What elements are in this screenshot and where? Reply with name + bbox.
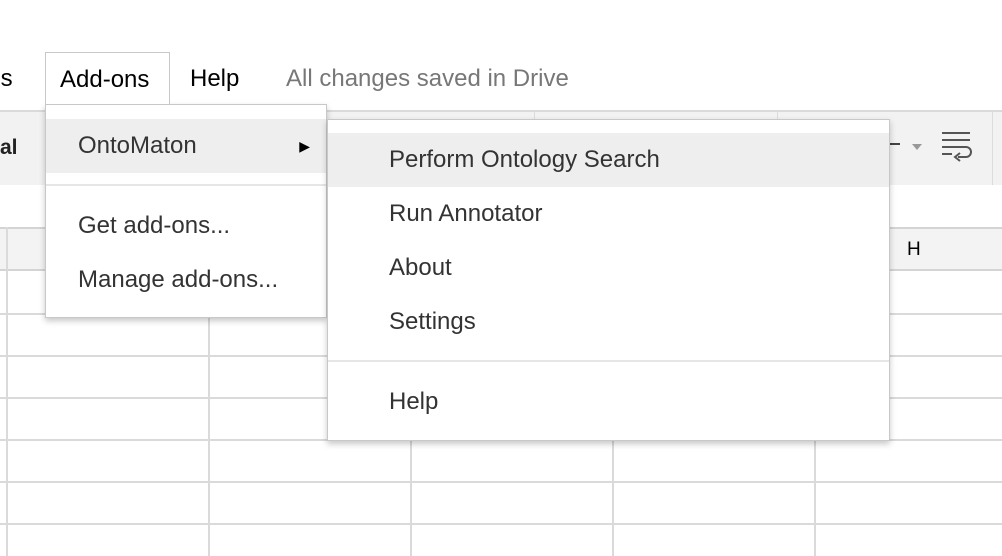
font-family-selector[interactable]: al xyxy=(0,136,18,160)
menu-item-help[interactable]: Help xyxy=(328,375,889,429)
submenu-arrow-icon: ▶ xyxy=(299,138,310,154)
menu-item-manage-addons[interactable]: Manage add-ons... xyxy=(46,253,326,307)
save-status: All changes saved in Drive xyxy=(286,65,569,92)
row-line xyxy=(0,523,1002,525)
row-line xyxy=(0,481,1002,483)
menu-item-perform-ontology-search[interactable]: Perform Ontology Search xyxy=(328,133,889,187)
text-wrap-icon[interactable] xyxy=(940,130,974,164)
menu-item-label: OntoMaton xyxy=(78,132,197,159)
column-line xyxy=(6,227,8,556)
chevron-down-icon[interactable] xyxy=(912,144,922,150)
menu-addons[interactable]: Add-ons xyxy=(45,52,170,104)
menu-item-get-addons[interactable]: Get add-ons... xyxy=(46,199,326,253)
menu-item-about[interactable]: About xyxy=(328,241,889,295)
menu-item-run-annotator[interactable]: Run Annotator xyxy=(328,187,889,241)
menu-separator xyxy=(328,360,889,362)
menu-separator xyxy=(46,184,326,186)
ontomaton-submenu: Perform Ontology Search Run Annotator Ab… xyxy=(327,119,890,441)
menu-item-settings[interactable]: Settings xyxy=(328,295,889,349)
toolbar-separator xyxy=(992,112,993,186)
menu-help[interactable]: Help xyxy=(190,52,239,104)
column-header-h[interactable]: H xyxy=(907,229,921,269)
menu-item-ontomaton[interactable]: OntoMaton ▶ xyxy=(46,119,326,173)
addons-dropdown: OntoMaton ▶ Get add-ons... Manage add-on… xyxy=(45,104,327,318)
menu-tools[interactable]: ols xyxy=(0,52,13,104)
